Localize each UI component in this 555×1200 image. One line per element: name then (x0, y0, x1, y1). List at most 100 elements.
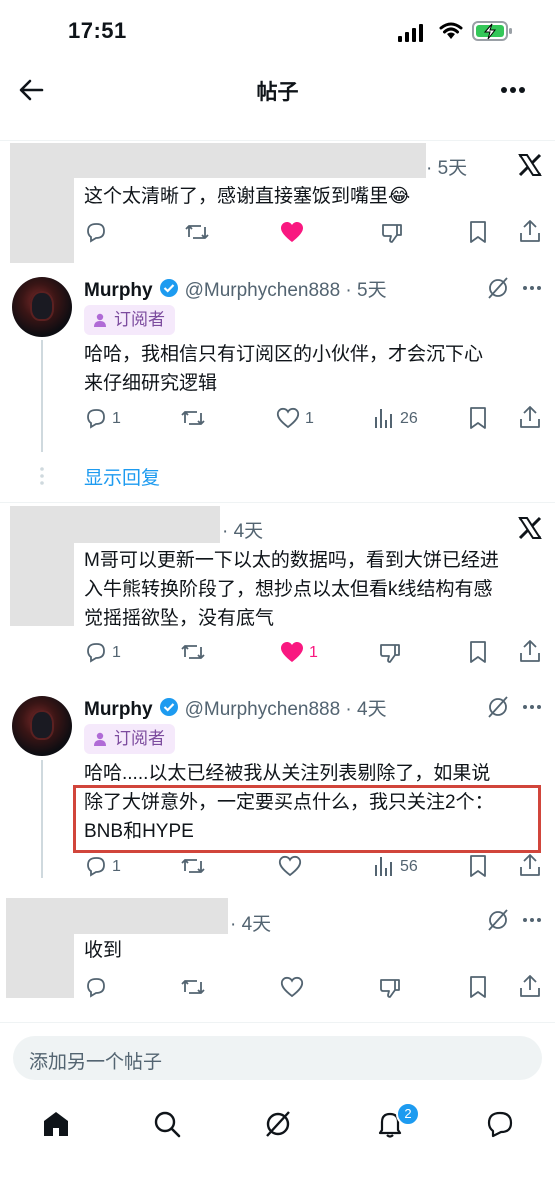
reply-icon[interactable] (84, 220, 108, 244)
subscriber-badge: 订阅者 (84, 305, 175, 335)
author-name[interactable]: Murphy (84, 699, 153, 720)
compose-divider (0, 1022, 555, 1023)
reply-count: 1 (112, 644, 121, 661)
author-line: Murphy @Murphychen888 · 5天 (84, 275, 387, 302)
views-icon[interactable] (374, 855, 394, 877)
bookmark-icon[interactable] (468, 406, 488, 430)
like-icon[interactable] (280, 976, 304, 998)
author-name[interactable]: Murphy (84, 280, 153, 301)
bookmark-icon[interactable] (468, 975, 488, 999)
dislike-icon[interactable] (380, 221, 404, 245)
reply-icon[interactable] (84, 406, 108, 430)
more-icon[interactable] (522, 704, 542, 710)
avatar[interactable] (12, 696, 72, 756)
page-title: 帖子 (256, 81, 299, 104)
grok-icon[interactable] (487, 277, 509, 299)
reply-icon[interactable] (84, 640, 108, 664)
like-icon[interactable] (276, 407, 300, 429)
bookmark-icon[interactable] (468, 640, 488, 664)
share-icon[interactable] (518, 405, 542, 429)
view-count: 56 (400, 858, 418, 875)
redacted-author (10, 506, 74, 626)
notification-badge: 2 (396, 1102, 420, 1126)
author-line: Murphy @Murphychen888 · 4天 (84, 694, 387, 721)
grok-icon[interactable] (487, 696, 509, 718)
tweet-text-line: 入牛熊转换阶段了，想抄点以太但看k线结构有感 (84, 579, 493, 600)
repost-icon[interactable] (180, 854, 206, 878)
reply-count: 1 (112, 410, 121, 427)
cellular-signal-icon (398, 22, 428, 42)
bookmark-icon[interactable] (468, 220, 488, 244)
tweet-text-line: 哈哈.....以太已经被我从关注列表剔除了，如果说 (84, 763, 491, 784)
author-handle: @Murphychen888 · 4天 (184, 699, 387, 720)
redacted-author (6, 898, 74, 998)
tweet-time: · 4天 (222, 521, 264, 542)
tweet-text: 哈哈，我相信只有订阅区的小伙伴，才会沉下心 来仔细研究逻辑 (84, 340, 483, 398)
x-logo-icon (518, 153, 542, 177)
more-icon[interactable] (522, 285, 542, 291)
share-icon[interactable] (518, 853, 542, 877)
like-icon[interactable] (278, 855, 302, 877)
verified-badge-icon (159, 698, 178, 716)
redacted-name (74, 506, 220, 543)
grok-icon[interactable] (487, 909, 509, 931)
reply-count: 1 (112, 858, 121, 875)
reply-icon[interactable] (84, 975, 108, 999)
wifi-icon (438, 21, 464, 41)
dislike-icon[interactable] (378, 641, 402, 665)
repost-icon[interactable] (184, 220, 210, 244)
redacted-name (74, 143, 426, 178)
tweet-text: 收到 (84, 940, 123, 961)
more-icon[interactable] (522, 917, 542, 923)
show-replies-link[interactable]: 显示回复 (84, 463, 160, 490)
tweet-text-line: 哈哈，我相信只有订阅区的小伙伴，才会沉下心 (84, 344, 484, 365)
more-dots-vertical-icon (39, 466, 45, 486)
subscriber-icon (94, 313, 106, 327)
tweet-text-line: 觉摇摇欲坠，没有底气 (84, 608, 275, 629)
highlight-box (73, 785, 541, 853)
verified-badge-icon (159, 279, 178, 297)
compose-placeholder: 添加另一个帖子 (29, 1052, 163, 1073)
battery-charging-icon (472, 20, 514, 42)
compose-reply-input[interactable]: 添加另一个帖子 (13, 1036, 542, 1080)
bookmark-icon[interactable] (468, 854, 488, 878)
like-icon-filled[interactable] (280, 221, 304, 243)
avatar[interactable] (12, 277, 72, 337)
subscriber-icon (94, 732, 106, 746)
redacted-author (10, 143, 74, 263)
repost-icon[interactable] (180, 640, 206, 664)
like-count: 1 (305, 410, 314, 427)
redacted-name (74, 898, 228, 934)
status-time: 17:51 (68, 18, 127, 43)
share-icon[interactable] (518, 219, 542, 243)
repost-icon[interactable] (180, 406, 206, 430)
tweet-text-line: M哥可以更新一下以太的数据吗，看到大饼已经进 (84, 550, 499, 571)
tweet-text-line: 来仔细研究逻辑 (84, 373, 218, 394)
header-divider (0, 140, 555, 141)
subscriber-badge-label: 订阅者 (114, 310, 165, 329)
search-icon[interactable] (153, 1110, 181, 1138)
messages-icon[interactable] (486, 1110, 514, 1138)
x-logo-icon (518, 516, 542, 540)
tweet-text: 这个太清晰了，感谢直接塞饭到嘴里😂 (84, 186, 411, 207)
notification-count: 2 (404, 1106, 412, 1121)
grok-icon[interactable] (264, 1110, 292, 1138)
views-icon[interactable] (374, 407, 394, 429)
tweet-text: M哥可以更新一下以太的数据吗，看到大饼已经进 入牛熊转换阶段了，想抄点以太但看k… (84, 546, 499, 633)
dislike-icon[interactable] (378, 976, 402, 1000)
tweet-time: · 4天 (230, 914, 272, 935)
view-count: 26 (400, 410, 418, 427)
like-icon-filled[interactable] (280, 641, 304, 663)
home-icon[interactable] (42, 1110, 70, 1138)
share-icon[interactable] (518, 974, 542, 998)
section-divider (0, 502, 555, 503)
subscriber-badge: 订阅者 (84, 724, 175, 754)
like-count: 1 (309, 644, 318, 661)
more-options-icon[interactable] (500, 86, 526, 94)
repost-icon[interactable] (180, 975, 206, 999)
thread-line (41, 340, 43, 452)
share-icon[interactable] (518, 639, 542, 663)
reply-icon[interactable] (84, 854, 108, 878)
author-handle: @Murphychen888 · 5天 (184, 280, 387, 301)
tweet-time: · 5天 (426, 158, 468, 179)
